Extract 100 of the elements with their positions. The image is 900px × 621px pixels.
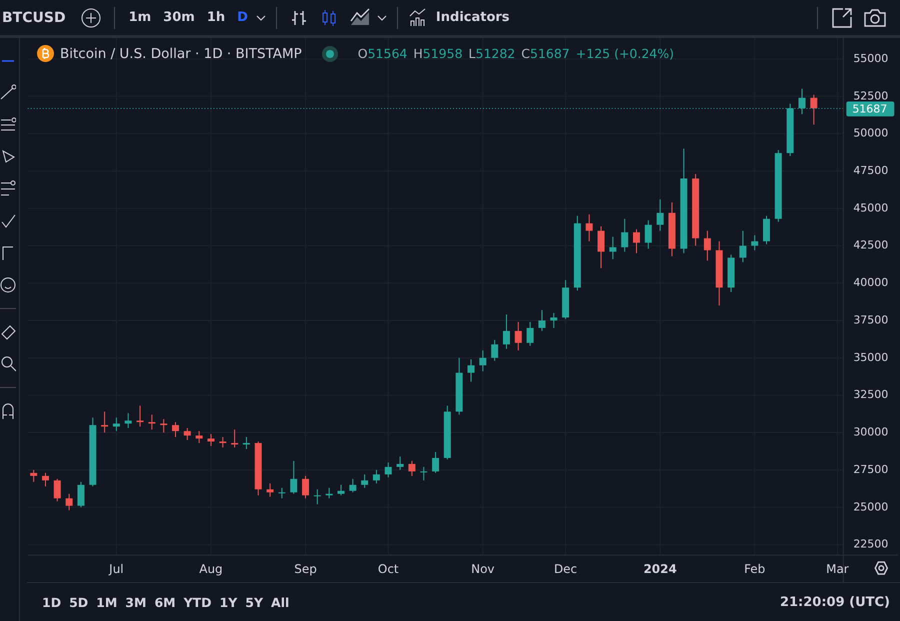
candlestick: [184, 428, 191, 441]
candlestick: [621, 218, 628, 252]
candlestick: [432, 451, 440, 474]
interval-button[interactable]: 1h: [202, 6, 230, 29]
ohlc-value: L51282: [468, 46, 516, 61]
candlestick: [101, 411, 108, 434]
candlestick: [739, 230, 746, 263]
price-axis-label: 22500: [853, 538, 888, 551]
candlestick: [219, 436, 226, 448]
range-button[interactable]: 3M: [122, 592, 150, 613]
candlestick: [338, 484, 344, 496]
indicators-button[interactable]: Indicators: [432, 6, 514, 29]
price-axis-label: 42500: [853, 238, 888, 252]
candlestick: [550, 312, 558, 328]
price-axis-label: 32500: [853, 388, 888, 402]
candlestick: [644, 220, 652, 250]
price-change: +125 (+0.24%): [576, 46, 674, 61]
magnet-icon[interactable]: [0, 402, 16, 420]
candlestick: [42, 472, 49, 487]
candlestick: [231, 429, 238, 448]
candlestick: [526, 321, 534, 346]
time-axis-label: Jul: [109, 562, 124, 576]
time-axis-label: Nov: [471, 562, 494, 576]
ref-line-label: 51687: [852, 102, 888, 116]
price-axis-label: 25000: [853, 500, 888, 514]
range-button[interactable]: 1M: [93, 592, 120, 613]
candlestick: [54, 478, 61, 502]
time-axis-label: Feb: [744, 562, 766, 576]
range-button[interactable]: 6M: [151, 592, 179, 613]
candlestick: [728, 254, 735, 293]
chevron-down-icon[interactable]: [376, 14, 387, 20]
candlestick: [562, 280, 570, 320]
candlestick: [798, 88, 806, 115]
candlestick: [66, 493, 73, 511]
candlestick: [89, 417, 96, 487]
candlestick: [668, 202, 676, 257]
candlestick: [266, 482, 274, 498]
candlestick: [372, 469, 380, 484]
time-axis-label: Aug: [199, 562, 223, 576]
chevron-down-icon[interactable]: [256, 14, 266, 20]
interval-button[interactable]: 30m: [159, 6, 199, 29]
candlestick: [384, 462, 392, 478]
range-button[interactable]: All: [268, 592, 292, 613]
trend-line-icon[interactable]: [0, 84, 16, 102]
ohlc-value: C51687: [521, 46, 570, 61]
time-axis-label: 2024: [643, 562, 677, 576]
price-axis-label: 50000: [853, 126, 888, 140]
candlestick: [136, 405, 144, 428]
ohlc-value: O51564: [358, 46, 408, 61]
candlestick: [656, 198, 664, 232]
candlestick: [810, 94, 818, 126]
interval-button[interactable]: 1m: [124, 6, 156, 29]
candlestick: [196, 430, 203, 444]
candlestick: [254, 441, 262, 496]
price-axis-label: 27500: [853, 462, 888, 476]
candlestick: [349, 478, 356, 493]
time-axis-label: Oct: [378, 562, 399, 576]
candlestick: [479, 350, 486, 372]
time-axis-label: Dec: [554, 562, 578, 576]
smiley-icon[interactable]: [0, 276, 16, 294]
candlestick: [302, 475, 310, 499]
candlestick: [444, 405, 451, 460]
candlestick: [242, 436, 250, 450]
zoom-icon[interactable]: [0, 355, 16, 373]
symbol-title: Bitcoin / U.S. Dollar · 1D · BITSTAMP: [60, 46, 302, 62]
candlestick: [598, 226, 605, 269]
candlestick: [361, 474, 368, 488]
price-axis-label: 30000: [853, 426, 888, 439]
price-axis-label: 45000: [853, 201, 888, 214]
candlestick: [207, 434, 214, 446]
interval-button[interactable]: D: [233, 6, 252, 29]
ruler-icon[interactable]: [0, 323, 16, 341]
clock-time: 21:20:09 (UTC): [780, 594, 890, 610]
range-button[interactable]: 1Y: [216, 592, 240, 613]
price-axis-label: 52500: [853, 89, 888, 102]
settings-icon[interactable]: [874, 561, 888, 575]
range-button[interactable]: 5D: [66, 592, 92, 613]
range-button[interactable]: 5Y: [242, 592, 266, 613]
time-axis-label: Sep: [294, 562, 317, 576]
candlestick: [396, 456, 404, 470]
candlestick: [30, 469, 38, 482]
candlestick: [290, 460, 298, 494]
candlestick: [160, 418, 168, 434]
candlestick: [502, 314, 510, 350]
candlestick: [751, 234, 758, 251]
candlestick: [491, 339, 498, 362]
candlestick: [704, 230, 711, 262]
candlestick: [456, 357, 463, 416]
range-button[interactable]: 1D: [39, 592, 64, 613]
time-axis-label: Mar: [826, 562, 849, 576]
indicators-icon[interactable]: [408, 8, 428, 28]
range-button[interactable]: YTD: [180, 592, 215, 613]
candlestick: [420, 466, 428, 481]
price-axis-label: 40000: [853, 276, 888, 290]
candlestick: [763, 215, 770, 245]
candlestick: [278, 487, 286, 499]
candlestick: [77, 481, 84, 508]
price-axis-label: 37500: [853, 313, 888, 326]
symbol-name[interactable]: BTCUSD: [0, 10, 74, 26]
bitcoin-logo-icon: [37, 45, 54, 62]
